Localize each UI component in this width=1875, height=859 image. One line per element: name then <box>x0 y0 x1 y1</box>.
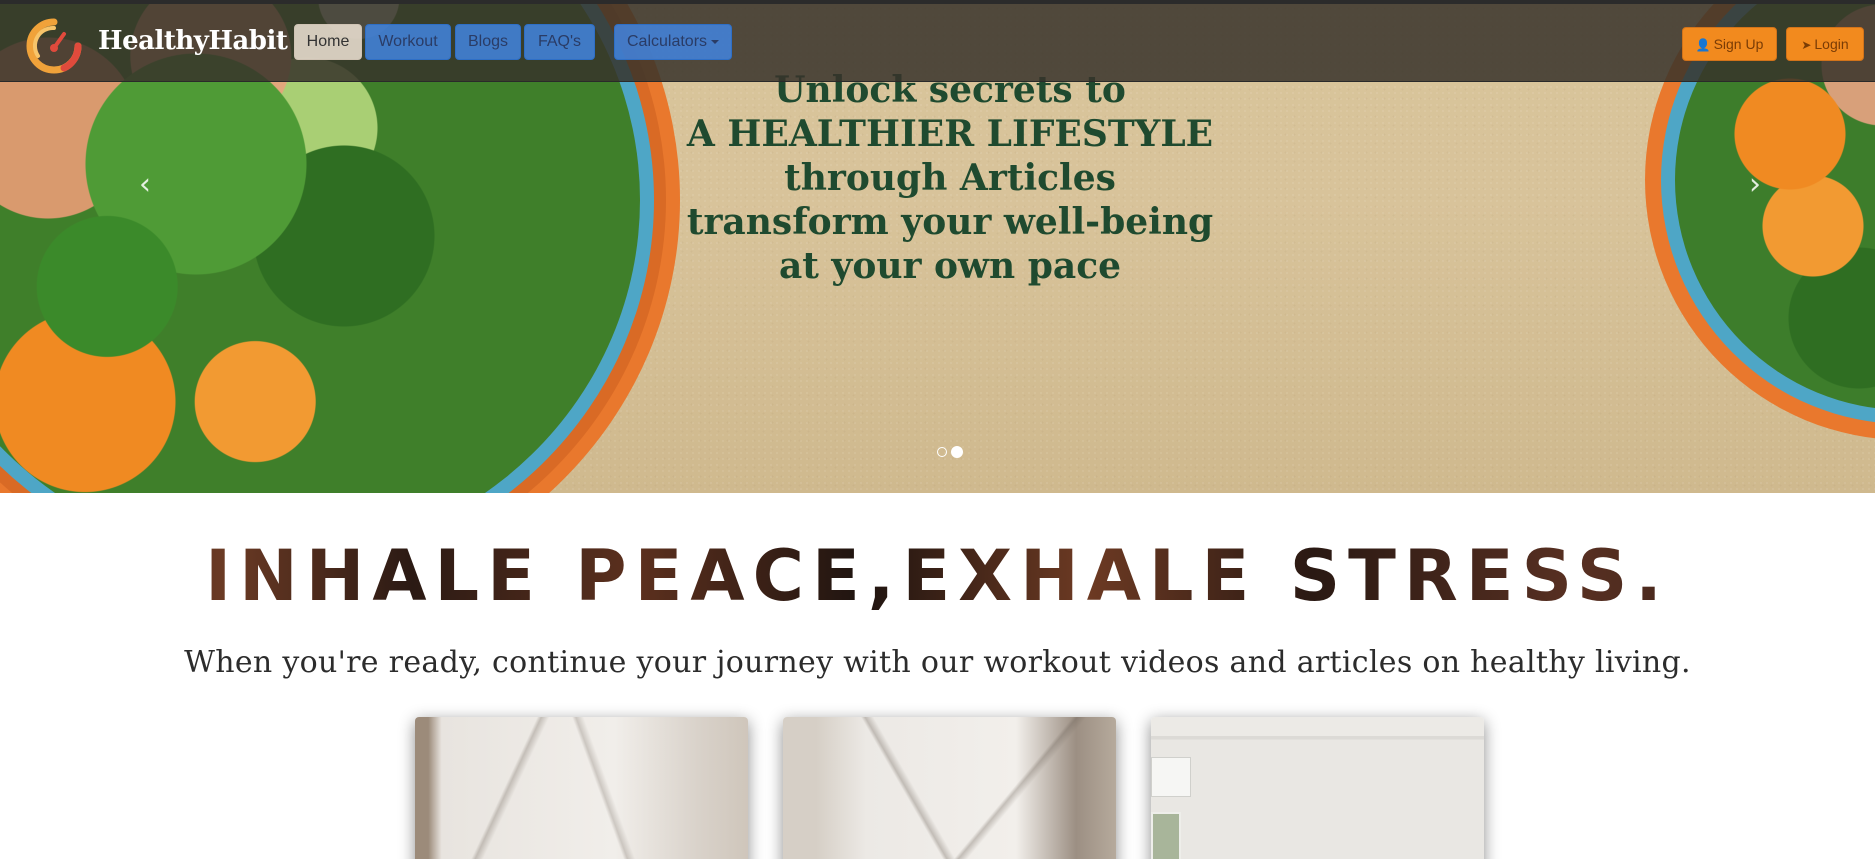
carousel-indicator-1[interactable] <box>937 447 947 457</box>
calculators-label: Calculators <box>626 33 708 50</box>
carousel-prev-button[interactable]: ‹ <box>125 165 165 205</box>
nav-workout-button[interactable]: Workout <box>365 24 451 60</box>
hero-line: transform your well-being <box>686 201 1214 243</box>
page-headline: INHALE PEACE,EXHALE STRESS. <box>0 535 1875 617</box>
window-image <box>1151 812 1181 859</box>
page: ‹ › Unlock secrets to A HEALTHIER LIFEST… <box>0 0 1875 859</box>
signup-button[interactable]: 👤 Sign Up <box>1682 27 1777 61</box>
gauge-logo-icon[interactable] <box>24 16 84 76</box>
user-icon: 👤 <box>1695 38 1711 52</box>
page-subtitle: When you're ready, continue your journey… <box>184 645 1691 680</box>
brand-name[interactable]: HealthyHabit <box>98 26 288 56</box>
nav-calculators-dropdown[interactable]: Calculators <box>614 24 732 60</box>
signup-label: Sign Up <box>1713 36 1764 52</box>
nav-home-button[interactable]: Home <box>294 24 362 60</box>
feature-card-1[interactable] <box>415 717 748 859</box>
login-icon: ➤ <box>1801 38 1812 52</box>
nav-faqs-button[interactable]: FAQ's <box>524 24 595 60</box>
navbar: HealthyHabit Home Workout Blogs FAQ's Ca… <box>0 0 1875 82</box>
air-conditioner-image <box>1151 757 1191 797</box>
hero-line: A HEALTHIER LIFESTYLE <box>686 113 1214 155</box>
login-button[interactable]: ➤ Login <box>1786 27 1864 61</box>
chevron-left-icon: ‹ <box>139 167 151 202</box>
hero-line: at your own pace <box>778 245 1122 287</box>
nav-blogs-button[interactable]: Blogs <box>455 24 521 60</box>
feature-card-2[interactable] <box>783 717 1116 859</box>
carousel-indicator-2[interactable] <box>951 446 963 458</box>
feature-card-3[interactable] <box>1151 717 1484 859</box>
login-label: Login <box>1814 36 1849 52</box>
carousel-indicators <box>937 446 963 458</box>
carousel-next-button[interactable]: › <box>1735 165 1775 205</box>
caret-down-icon <box>711 39 720 44</box>
chevron-right-icon: › <box>1749 167 1761 202</box>
hero-line: through Articles <box>784 157 1116 199</box>
hero-caption: Unlock secrets to A HEALTHIER LIFESTYLE … <box>650 68 1250 288</box>
